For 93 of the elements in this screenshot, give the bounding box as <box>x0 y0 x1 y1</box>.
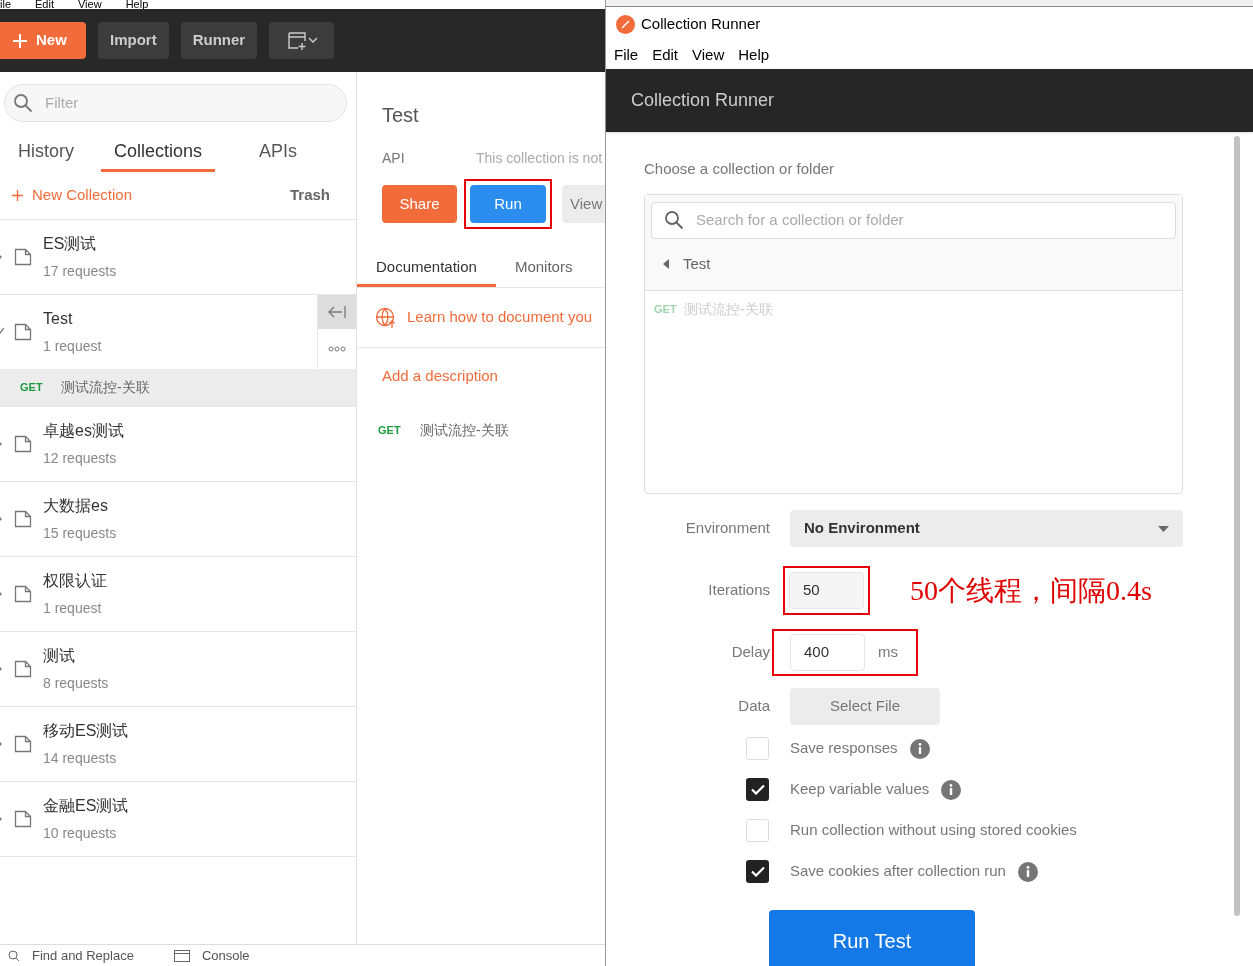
environment-select[interactable]: No Environment <box>790 510 1183 548</box>
checkbox[interactable] <box>746 737 769 761</box>
collection-name[interactable]: 卓越es测试 <box>43 419 124 443</box>
option-label: Keep variable values <box>790 779 930 800</box>
request-name[interactable]: 测试流控-关联 <box>61 377 150 398</box>
folder-icon <box>14 435 32 453</box>
content-tab[interactable]: Documentation <box>357 251 496 287</box>
collection-name[interactable]: 移动ES测试 <box>43 719 129 743</box>
check-icon <box>750 784 765 796</box>
iterations-label: Iterations <box>707 580 770 601</box>
folder-icon <box>14 510 32 528</box>
status-bar-item[interactable]: Console <box>173 945 250 966</box>
folder-icon <box>14 323 32 341</box>
request-count: 15 requests <box>43 524 117 543</box>
method-label: GET <box>20 380 44 396</box>
collapse-arrow-icon[interactable] <box>328 306 346 318</box>
option-label: Save responses <box>790 738 898 759</box>
data-label: Data <box>737 696 770 717</box>
content-tab[interactable]: Monitors <box>495 251 592 287</box>
request-count: 12 requests <box>43 449 118 468</box>
trash-link[interactable]: Trash <box>289 184 330 207</box>
search-icon <box>664 210 684 230</box>
runner-button[interactable]: Runner <box>180 22 258 59</box>
checkbox[interactable] <box>746 819 769 843</box>
status-bar-item[interactable]: Find and Replace <box>8 945 134 966</box>
method-label: GET <box>654 302 678 318</box>
iterations-field[interactable]: 50 <box>789 572 864 610</box>
request-count: 17 requests <box>43 262 117 281</box>
info-icon[interactable] <box>1017 861 1038 882</box>
caret-icon <box>1158 525 1169 532</box>
sidebar-tab[interactable]: Collections <box>101 134 216 172</box>
collection-name[interactable]: 测试 <box>43 644 109 668</box>
request-count: 1 request <box>43 337 102 356</box>
plus-icon <box>12 32 28 49</box>
window-title: Collection Runner <box>641 13 761 34</box>
api-note: This collection is not <box>476 149 603 168</box>
delay-unit: ms <box>878 642 898 663</box>
collection-title: Test <box>382 103 420 128</box>
runner-header: Collection Runner <box>631 89 775 112</box>
app-logo-icon <box>616 14 635 34</box>
new-window-button[interactable] <box>269 22 335 59</box>
menu-item[interactable]: View <box>692 43 725 67</box>
request-count: 10 requests <box>43 824 118 843</box>
collection-name[interactable]: 金融ES测试 <box>43 794 129 818</box>
collection-name[interactable]: Test <box>43 307 102 331</box>
more-icon[interactable] <box>328 346 346 352</box>
info-icon[interactable] <box>941 779 962 800</box>
import-button[interactable]: Import <box>98 22 169 59</box>
run-test-button[interactable]: Run Test <box>769 910 975 966</box>
collection-name[interactable]: 权限认证 <box>43 569 107 593</box>
select-file-button[interactable]: Select File <box>790 688 940 726</box>
sidebar-tab[interactable]: History <box>18 134 86 172</box>
plus-icon <box>12 190 23 201</box>
window-plus-icon <box>286 30 317 51</box>
annotation-text: 50个线程，间隔0.4s <box>910 573 1152 608</box>
collection-name[interactable]: ES测试 <box>43 232 117 256</box>
folder-name[interactable]: Test <box>683 252 711 276</box>
folder-icon <box>14 810 32 828</box>
info-icon[interactable] <box>909 738 930 759</box>
environment-label: Environment <box>684 518 770 539</box>
request-count: 1 request <box>43 599 103 618</box>
option-label: Run collection without using stored cookies <box>790 820 1077 841</box>
menu-item[interactable]: Edit <box>652 43 679 67</box>
search-icon <box>8 949 20 962</box>
delay-field[interactable]: 400 <box>790 634 865 672</box>
folder-icon <box>14 248 32 266</box>
request-row[interactable]: GET 测试流控-关联 <box>0 369 356 406</box>
request-count: 8 requests <box>43 674 109 693</box>
request-name[interactable]: 测试流控-关联 <box>420 419 509 441</box>
back-arrow-icon[interactable] <box>663 259 670 269</box>
sidebar-tab[interactable]: APIs <box>247 134 310 172</box>
menu-item[interactable]: View <box>78 0 102 9</box>
console-icon <box>173 949 190 962</box>
folder-icon <box>14 660 32 678</box>
collection-name[interactable]: 大数据es <box>43 494 117 518</box>
option-label: Save cookies after collection run <box>790 861 1006 882</box>
method-label: GET <box>378 422 402 438</box>
menu-item[interactable]: Help <box>738 43 770 67</box>
menu-item[interactable]: Edit <box>35 0 54 9</box>
check-icon <box>750 866 765 878</box>
globe-icon <box>375 306 397 329</box>
view-button[interactable]: View <box>562 185 606 223</box>
api-label: API <box>382 149 406 168</box>
checkbox[interactable] <box>746 860 769 884</box>
request-count: 14 requests <box>43 749 118 768</box>
choose-label: Choose a collection or folder <box>644 159 836 179</box>
menu-item[interactable]: ile <box>0 0 11 9</box>
menu-item[interactable]: File <box>614 43 639 67</box>
delay-label: Delay <box>730 642 770 663</box>
search-icon <box>13 93 33 113</box>
folder-icon <box>14 585 32 603</box>
folder-icon <box>14 735 32 753</box>
checkbox[interactable] <box>746 778 769 802</box>
